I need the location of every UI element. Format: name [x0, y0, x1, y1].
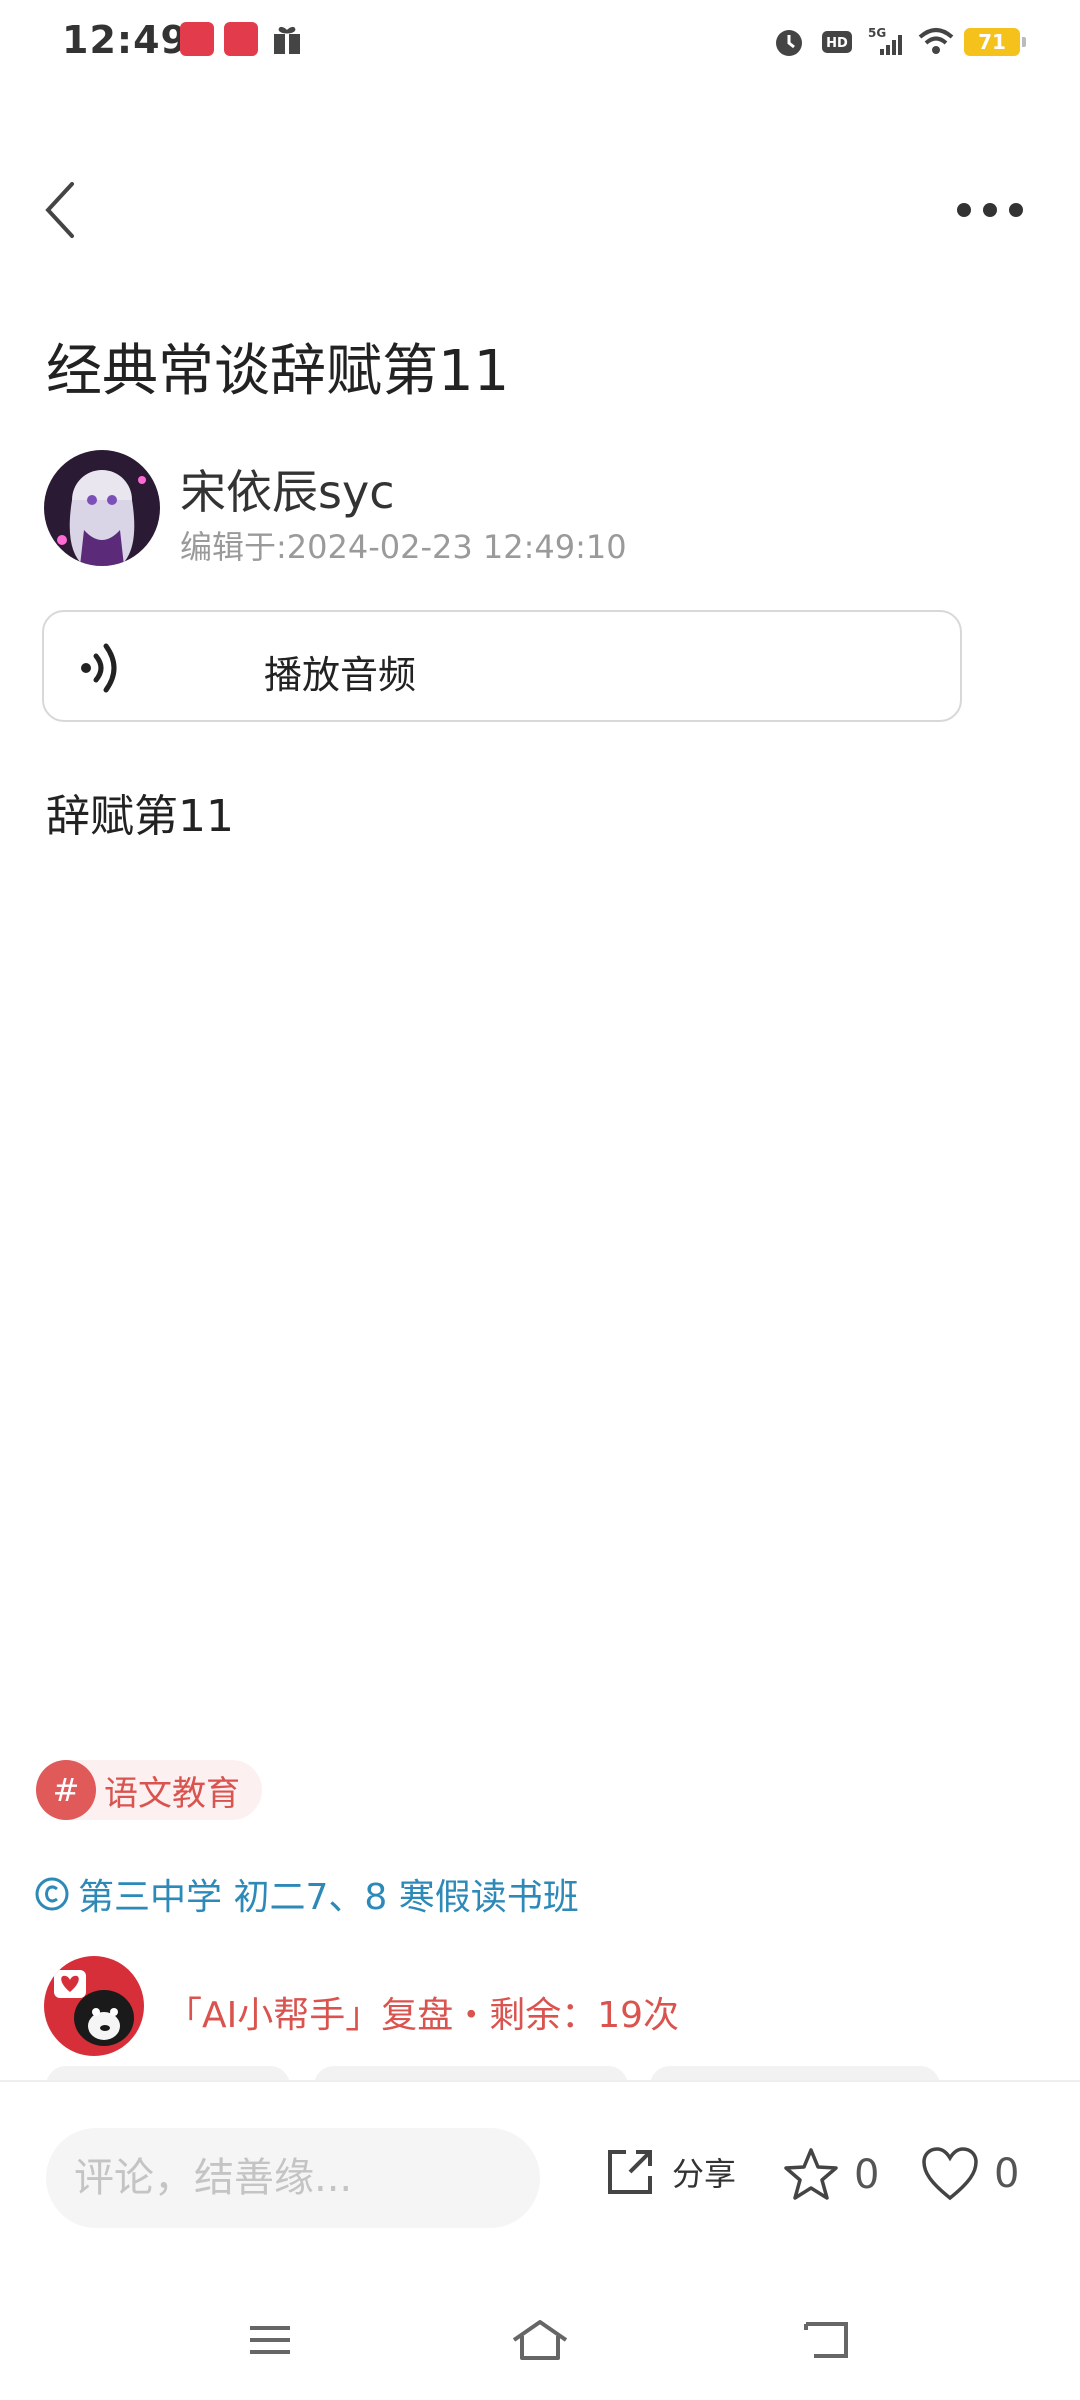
- share-button[interactable]: 分享: [604, 2146, 736, 2198]
- home-nav-button[interactable]: [510, 2310, 570, 2370]
- more-horizontal-icon: [957, 203, 971, 217]
- chevron-left-icon: [45, 182, 74, 238]
- svg-text:5G: 5G: [868, 26, 886, 40]
- like-button[interactable]: 0: [920, 2146, 1019, 2202]
- like-count: 0: [994, 2151, 1020, 2197]
- more-button[interactable]: [950, 180, 1030, 240]
- star-icon: [784, 2148, 838, 2200]
- status-icons: HD 5G 71: [772, 22, 1026, 62]
- edit-timestamp: 编辑于:2024-02-23 12:49:10: [180, 528, 627, 566]
- alarm-icon: [772, 25, 806, 59]
- app-notification-icon: [224, 22, 258, 56]
- back-nav-button[interactable]: [796, 2310, 856, 2370]
- favorite-count: 0: [854, 2152, 880, 2198]
- heart-icon: [922, 2147, 978, 2201]
- battery-icon: 71: [964, 28, 1026, 56]
- home-icon: [512, 2320, 568, 2360]
- gift-icon: [270, 22, 304, 56]
- comment-input[interactable]: [46, 2128, 540, 2228]
- copyright-circle-icon: [35, 1877, 69, 1911]
- audio-wave-icon: [81, 643, 117, 693]
- app-notification-icon: [180, 22, 214, 56]
- ai-helper-review[interactable]: 「AI小帮手」复盘・剩余：19次: [166, 1986, 679, 2038]
- back-arrow-icon: [804, 2322, 848, 2358]
- play-audio-button[interactable]: 播放音频: [42, 610, 962, 722]
- menu-icon: [250, 2326, 290, 2354]
- class-link-label: 第三中学 初二7、8 寒假读书班: [78, 1877, 579, 1918]
- author-avatar[interactable]: [44, 450, 160, 566]
- system-nav-bar: [0, 2280, 1080, 2400]
- wifi-icon: [916, 25, 954, 59]
- class-link[interactable]: 第三中学 初二7、8 寒假读书班: [34, 1868, 579, 1920]
- play-audio-label: 播放音频: [264, 653, 417, 697]
- ai-helper-avatar[interactable]: [44, 1956, 144, 2056]
- article-body: 辞赋第11: [46, 791, 234, 842]
- status-clock: 12:49: [62, 18, 188, 62]
- topic-tag-label: 语文教育: [104, 1773, 240, 1814]
- topic-tag[interactable]: # 语文教育: [36, 1760, 262, 1820]
- hd-icon: HD: [820, 25, 854, 59]
- bottom-action-bar: 分享 0 0: [0, 2080, 1080, 2280]
- author-name[interactable]: 宋依辰syc: [180, 456, 394, 522]
- favorite-button[interactable]: 0: [782, 2146, 879, 2204]
- share-label: 分享: [672, 2155, 737, 2193]
- article-title: 经典常谈辞赋第11: [46, 339, 510, 404]
- menu-nav-button[interactable]: [240, 2310, 300, 2370]
- status-bar: 12:49 HD 5G 71: [0, 0, 1080, 84]
- svg-text:HD: HD: [826, 36, 848, 51]
- share-icon: [608, 2150, 652, 2194]
- back-button[interactable]: [30, 170, 90, 250]
- signal-5g-icon: 5G: [868, 25, 902, 59]
- hashtag-icon: #: [36, 1760, 96, 1820]
